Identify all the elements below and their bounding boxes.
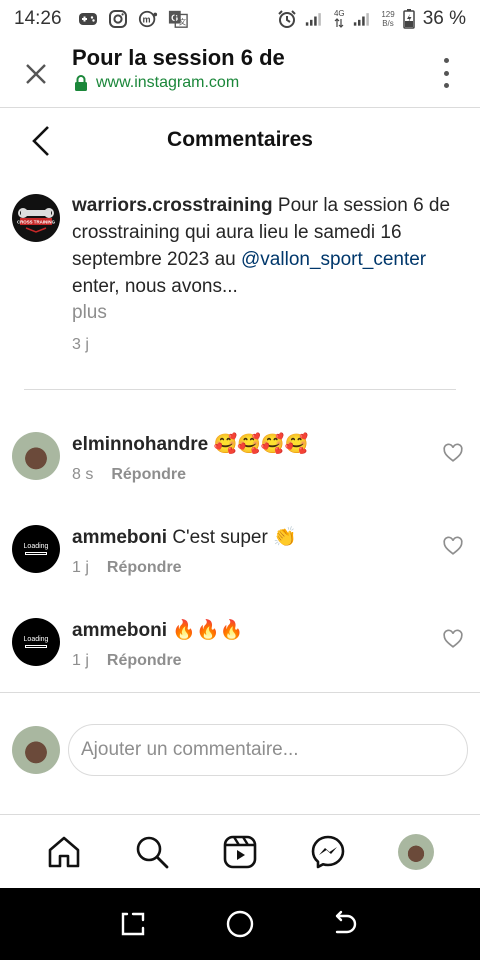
- heart-icon: [443, 443, 463, 462]
- avatar[interactable]: Loading: [12, 618, 60, 666]
- caption-more-link[interactable]: plus: [72, 302, 107, 324]
- status-bar: 14:26 m G文 4G 129 B/s 36 %: [0, 0, 480, 38]
- recent-apps-button[interactable]: [118, 909, 148, 939]
- reels-icon: [223, 835, 257, 868]
- nav-profile[interactable]: [396, 832, 436, 872]
- close-tab-button[interactable]: [20, 58, 52, 90]
- comment-text: 🥰🥰🥰🥰: [213, 434, 309, 455]
- avatar-loading-bar: [25, 552, 47, 555]
- avatar-loading-text: Loading: [23, 636, 49, 643]
- home-icon: [48, 836, 80, 867]
- mobile-data-icon: 4G: [333, 9, 345, 29]
- comment-meta: 1 j Répondre: [72, 652, 182, 670]
- nav-messenger[interactable]: [308, 832, 348, 872]
- comment-time: 8 s: [72, 466, 94, 483]
- signal-icon-2: [353, 9, 373, 29]
- battery-icon: [402, 9, 415, 29]
- add-comment-bar: [12, 724, 468, 778]
- comment-item: elminnohandre 🥰🥰🥰🥰 8 s Répondre: [12, 432, 480, 502]
- alarm-icon: [277, 9, 297, 29]
- like-button[interactable]: [442, 442, 464, 464]
- dot-icon: [443, 70, 449, 76]
- avatar-loading-bar: [25, 645, 47, 648]
- net-speed-unit: B/s: [382, 19, 394, 28]
- recents-icon: [122, 912, 145, 936]
- current-user-avatar: [12, 726, 60, 774]
- network-type: 4G: [333, 9, 345, 18]
- search-icon: [136, 836, 169, 868]
- comment-meta: 1 j Répondre: [72, 559, 182, 577]
- reply-button[interactable]: Répondre: [111, 466, 186, 484]
- avatar[interactable]: [12, 432, 60, 480]
- like-button[interactable]: [442, 535, 464, 557]
- comment-time: 1 j: [72, 559, 89, 576]
- comment-item: Loading ammeboni 🔥🔥🔥 1 j Répondre: [12, 618, 480, 688]
- comment-text: 🔥🔥🔥: [172, 620, 244, 641]
- back-system-button[interactable]: [332, 909, 362, 939]
- browser-toolbar: Pour la session 6 de www.instagram.com: [0, 38, 480, 108]
- circle-home-icon: [226, 910, 254, 938]
- caption-body-end: enter, nous avons...: [72, 276, 238, 297]
- reply-button[interactable]: Répondre: [107, 559, 182, 577]
- browser-menu-button[interactable]: [440, 58, 452, 88]
- dot-icon: [443, 83, 449, 88]
- brand-avatar[interactable]: CROSS TRAINING: [12, 194, 60, 242]
- url-bar[interactable]: www.instagram.com: [74, 74, 239, 92]
- nav-home[interactable]: [44, 832, 84, 872]
- comment-username[interactable]: elminnohandre: [72, 434, 208, 455]
- svg-text:m: m: [142, 15, 150, 25]
- notification-icons: m G文: [78, 9, 188, 29]
- comment-meta: 8 s Répondre: [72, 466, 186, 484]
- avatar-text: CROSS TRAINING: [17, 220, 56, 225]
- comment-time: 1 j: [72, 652, 89, 669]
- caption-username[interactable]: warriors.crosstraining: [72, 195, 273, 216]
- dot-icon: [443, 58, 449, 63]
- home-button[interactable]: [225, 909, 255, 939]
- instagram-icon: [108, 9, 128, 29]
- like-button[interactable]: [442, 628, 464, 650]
- net-speed: 129 B/s: [381, 10, 394, 28]
- url-text: www.instagram.com: [96, 74, 240, 91]
- battery-percent: 36 %: [422, 8, 466, 29]
- nav-reels[interactable]: [220, 832, 260, 872]
- page-header: Commentaires: [0, 109, 480, 173]
- avatar[interactable]: Loading: [12, 525, 60, 573]
- comment-text: C'est super 👏: [172, 527, 297, 548]
- back-icon: [335, 910, 356, 934]
- reply-button[interactable]: Répondre: [107, 652, 182, 670]
- caption-text: warriors.crosstraining Pour la session 6…: [72, 192, 476, 300]
- divider: [0, 692, 480, 693]
- gamepad-icon: [78, 9, 98, 29]
- heart-icon: [443, 629, 463, 648]
- comment-line: elminnohandre 🥰🥰🥰🥰: [72, 432, 308, 456]
- signal-icon: [305, 9, 325, 29]
- app-m-icon: m: [138, 9, 158, 29]
- crosstraining-logo: CROSS TRAINING: [13, 195, 59, 241]
- browser-page-title: Pour la session 6 de: [72, 45, 285, 70]
- translate-icon: G文: [168, 9, 188, 29]
- avatar-loading-text: Loading: [23, 543, 49, 550]
- status-time: 14:26: [14, 8, 62, 29]
- svg-text:文: 文: [178, 17, 186, 26]
- divider: [24, 389, 456, 390]
- comment-input[interactable]: [68, 724, 468, 776]
- nav-search[interactable]: [132, 832, 172, 872]
- comment-line: ammeboni C'est super 👏: [72, 525, 297, 549]
- heart-icon: [443, 536, 463, 555]
- close-icon: [26, 64, 46, 84]
- comment-username[interactable]: ammeboni: [72, 527, 167, 548]
- page-title: Commentaires: [167, 128, 313, 151]
- caption-timestamp: 3 j: [72, 336, 89, 353]
- system-nav-bar: [0, 888, 480, 960]
- comment-username[interactable]: ammeboni: [72, 620, 167, 641]
- lock-icon: [75, 75, 87, 91]
- messenger-icon: [311, 835, 345, 868]
- comment-line: ammeboni 🔥🔥🔥: [72, 618, 243, 642]
- comment-item: Loading ammeboni C'est super 👏 1 j Répon…: [12, 525, 480, 595]
- net-speed-value: 129: [381, 10, 395, 19]
- profile-avatar: [398, 833, 434, 870]
- bottom-nav: [0, 814, 480, 888]
- caption-mention-link[interactable]: @vallon_sport_center: [241, 249, 426, 270]
